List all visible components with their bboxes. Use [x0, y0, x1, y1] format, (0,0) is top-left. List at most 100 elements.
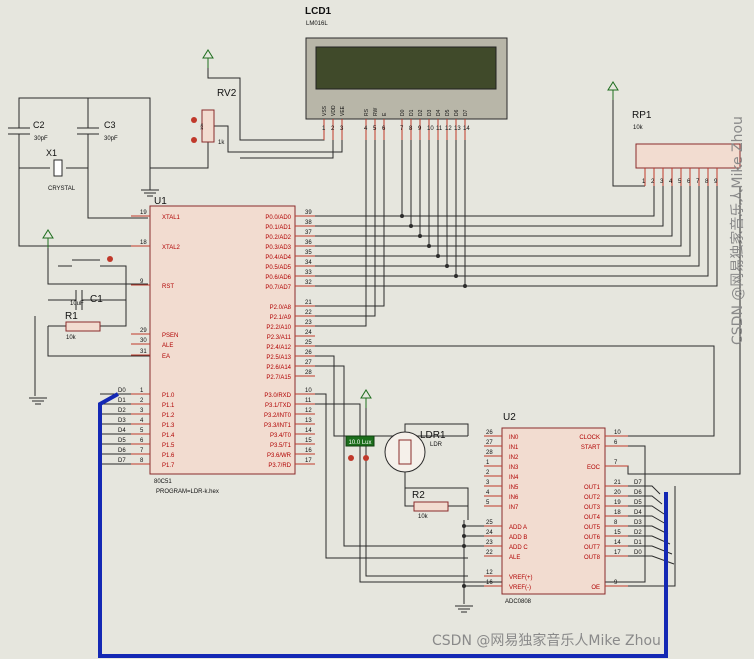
- u1-pin-label: P0.4/AD4: [265, 255, 291, 261]
- power-arrow: [607, 81, 619, 91]
- junction-dot: [462, 544, 466, 548]
- u2-pin-label: IN0: [509, 435, 519, 441]
- c3-ref: C3: [104, 120, 116, 130]
- lcd-pin-number: 7: [400, 126, 404, 132]
- u1-bus-label: D6: [118, 448, 126, 454]
- u1-pin-label: P0.6/AD6: [265, 275, 291, 281]
- lcd-pin-number: 10: [427, 126, 434, 132]
- watermark-bottom: CSDN @网易独家音乐人Mike Zhou: [432, 633, 661, 649]
- u2-bus-label: D0: [634, 550, 642, 556]
- u1-pin-label: P2.3/A11: [267, 335, 292, 341]
- junction-dot: [445, 264, 449, 268]
- wire: [315, 140, 367, 327]
- u2-pin-number: 28: [486, 450, 493, 456]
- u2-pin-label: OUT8: [584, 555, 601, 561]
- u2-pin-number: 18: [614, 510, 621, 516]
- u1-pin-number: 2: [140, 398, 144, 404]
- u2-pin-number: 24: [486, 530, 493, 536]
- junction-dot: [462, 584, 466, 588]
- lcd-pin-label: D5: [445, 109, 451, 116]
- u2-bus-label: D6: [634, 490, 642, 496]
- u2-pin-label: OUT4: [584, 515, 601, 521]
- u1-pin-label: P0.1/AD1: [265, 225, 291, 231]
- u2-pin-number: 26: [486, 430, 493, 436]
- c2-value: 30pF: [34, 136, 48, 142]
- u1-pin-label: P3.1/TXD: [265, 403, 292, 409]
- junction-dot: [436, 254, 440, 258]
- junction-dot: [427, 244, 431, 248]
- lcd-pin-label: D6: [454, 109, 460, 116]
- u1-pin-label: RST: [162, 284, 174, 290]
- u1-pin-number: 39: [305, 210, 312, 216]
- lcd-pin-label: D3: [427, 109, 433, 116]
- u1-pin-label: P3.5/T1: [270, 443, 292, 449]
- junction-dot: [418, 234, 422, 238]
- u1-pin-label: P3.7/RD: [268, 463, 291, 469]
- u1-pin-label: P1.7: [162, 463, 175, 469]
- u2-bus-label: D1: [634, 540, 642, 546]
- u2-pin-number: 22: [486, 550, 493, 556]
- u2-pin-number: 20: [614, 490, 621, 496]
- u2-pin-label: ADD C: [509, 545, 528, 551]
- u1-pin-label: P1.2: [162, 413, 175, 419]
- u1-pin-label: XTAL1: [162, 215, 181, 221]
- ldr-ref: LDR1: [420, 430, 446, 441]
- reset-power-symbol: [42, 229, 54, 248]
- u1-pin-label: P2.0/A8: [270, 305, 292, 311]
- lcd-pin-label: RS: [364, 108, 370, 116]
- u1-pin-number: 35: [305, 250, 312, 256]
- u1-pin-label: P1.3: [162, 423, 175, 429]
- u1-pin-label: P0.5/AD5: [265, 265, 291, 271]
- u1-bus-label: D1: [118, 398, 126, 404]
- wire: [315, 393, 468, 559]
- ldr-dot: [348, 455, 354, 461]
- ldr-lux-label: 10.0 Lux: [348, 440, 371, 446]
- u1-pin-label: P0.0/AD0: [265, 215, 291, 221]
- u1-pin-label: P3.0/RXD: [264, 393, 291, 399]
- wire: [214, 119, 343, 153]
- adc-ground-symbol: [455, 605, 473, 613]
- u2-pin-number: 14: [614, 540, 621, 546]
- lcd-pin-number: 11: [436, 126, 443, 132]
- lcd-pin-number: 12: [445, 126, 452, 132]
- u2-pin-number: 12: [486, 570, 493, 576]
- lcd-pin-label: D2: [418, 109, 424, 116]
- u2-pin-number: 17: [614, 550, 621, 556]
- u1-pin-label: P2.7/A15: [266, 375, 291, 381]
- junction-dot: [462, 524, 466, 528]
- u2-pin-number: 7: [614, 460, 618, 466]
- u1-pin-number: 10: [305, 388, 312, 394]
- u1-pin-label: P2.5/A13: [266, 355, 291, 361]
- lcd-pin-number: 1: [322, 126, 326, 132]
- u1-pin-number: 16: [305, 448, 312, 454]
- u2-pin-label: IN5: [509, 485, 519, 491]
- u1-pin-label: P1.1: [162, 403, 175, 409]
- u1-pin-number: 31: [140, 349, 147, 355]
- wire: [315, 186, 673, 237]
- wire: [87, 134, 148, 219]
- power-arrow: [42, 229, 54, 239]
- wire: [315, 186, 664, 227]
- c1-ref: C1: [90, 294, 103, 305]
- r1-body: [65, 321, 101, 332]
- u1-pin-label: P1.5: [162, 443, 175, 449]
- u1-bus-label: D3: [118, 418, 126, 424]
- junction-dot: [454, 274, 458, 278]
- power-arrow: [360, 389, 372, 399]
- u1-pin-number: 11: [305, 398, 312, 404]
- u2-pin-number: 15: [614, 530, 621, 536]
- schematic-canvas: LCD1LM016LVSS1VDD2VEE3RS4RW5E6D07D18D29D…: [8, 6, 741, 658]
- u2-pin-number: 19: [614, 500, 621, 506]
- u1-pin-number: 22: [305, 310, 312, 316]
- u2-pin-label: IN1: [509, 445, 519, 451]
- lcd-pin-number: 9: [418, 126, 422, 132]
- rp1-power-symbol: [607, 81, 619, 100]
- lcd-model: LM016L: [306, 21, 328, 27]
- wire: [18, 168, 148, 247]
- u2-pin-label: VREF(+): [509, 575, 533, 581]
- u1-pin-label: P2.1/A9: [270, 315, 292, 321]
- u1-pin-number: 25: [305, 340, 312, 346]
- u2-bus-label: D7: [634, 480, 642, 486]
- wires: [18, 68, 741, 604]
- u2-pin-number: 27: [486, 440, 493, 446]
